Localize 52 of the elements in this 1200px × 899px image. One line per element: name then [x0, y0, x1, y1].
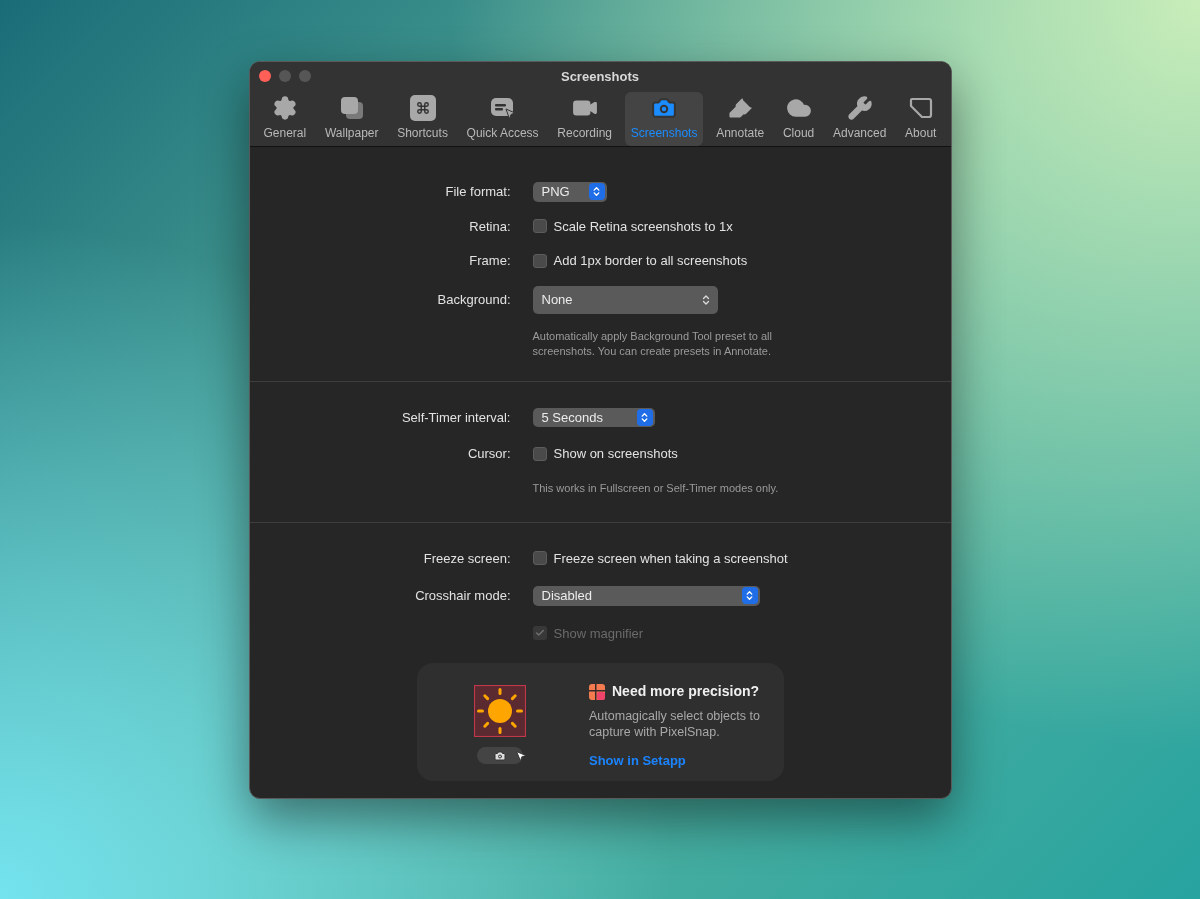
toolbar-tab[interactable]: Shortcuts	[391, 92, 454, 146]
toolbar-tab[interactable]: Advanced	[826, 92, 893, 146]
setapp-link[interactable]: Show in Setapp	[589, 751, 769, 771]
toolbar-tab[interactable]: Cloud	[776, 92, 821, 146]
camera-icon	[493, 749, 506, 762]
checkbox[interactable]	[532, 219, 547, 234]
checkbox[interactable]	[532, 253, 547, 268]
tag-icon	[907, 95, 934, 121]
grid-app-icon	[589, 683, 605, 700]
zoom-button[interactable]	[298, 70, 311, 82]
toolbar-tab[interactable]: Annotate	[710, 92, 771, 146]
dropdown[interactable]: PNG	[532, 182, 607, 202]
hint-text: This works in Fullscreen or Self-Timer modes only.	[532, 480, 780, 496]
checkbox-label: Add 1px border to all screenshots	[553, 252, 748, 270]
checkbox-label: Show on screenshots	[553, 445, 678, 463]
overlapping-squares-icon	[338, 95, 365, 121]
sun-icon	[473, 685, 526, 737]
gear-icon	[271, 95, 298, 121]
setting-label: Self-Timer interval:	[401, 408, 511, 427]
setting-label: Retina:	[469, 217, 511, 236]
wrench-icon	[846, 95, 873, 121]
toolbar-tab[interactable]: General	[257, 92, 313, 146]
setting-label: Frame:	[469, 252, 511, 270]
hint-text: Automatically apply Background Tool preset to all screenshots. You can create presets in Annotate.	[532, 328, 773, 359]
check-icon	[534, 628, 545, 639]
checkbox[interactable]	[532, 446, 547, 461]
setting-label: Cursor:	[467, 445, 511, 463]
dropdown[interactable]: 5 Seconds	[532, 407, 655, 427]
checkbox-label: Freeze screen when taking a screenshot	[553, 549, 788, 568]
close-button[interactable]	[258, 70, 271, 82]
toolbar-tab[interactable]: Quick Access	[460, 92, 545, 146]
mouse-pointer-icon	[514, 749, 527, 763]
window-title: Screenshots	[560, 67, 639, 86]
command-key-icon	[409, 95, 436, 121]
toolbar-tab[interactable]: Recording	[551, 92, 619, 146]
promo-title: Need more precision?	[612, 682, 760, 701]
toolbar-tab[interactable]: About	[899, 92, 943, 146]
dropdown[interactable]: None	[532, 285, 718, 314]
dropdown[interactable]: Disabled	[532, 586, 760, 606]
setting-label: Crosshair mode:	[415, 587, 511, 605]
toolbar-tab[interactable]: Wallpaper	[318, 92, 385, 146]
camera-icon	[651, 95, 678, 121]
checkbox-label: Show magnifier	[553, 624, 644, 643]
checkbox-label: Scale Retina screenshots to 1x	[553, 217, 733, 236]
card-with-pointer-icon	[489, 95, 516, 121]
capture-button[interactable]	[476, 747, 523, 764]
minimize-button[interactable]	[278, 70, 291, 82]
setting-label: Freeze screen:	[423, 549, 511, 568]
setting-label: File format:	[445, 183, 511, 201]
promo-description: Automagically select objects to capture with PixelSnap.	[589, 708, 761, 740]
setting-label: Background:	[437, 290, 511, 309]
checkbox[interactable]	[532, 551, 547, 566]
